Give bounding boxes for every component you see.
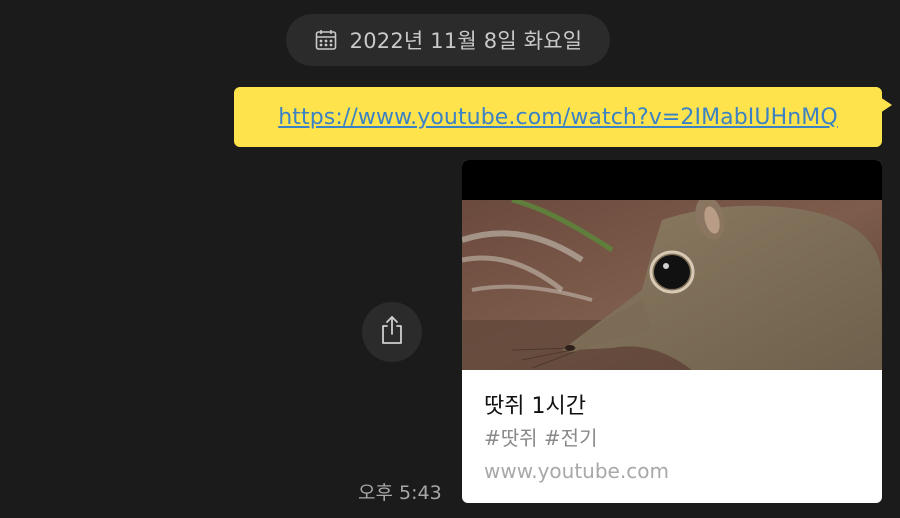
message-link[interactable]: https://www.youtube.com/watch?v=2IMabIUH…: [278, 105, 838, 130]
date-divider: 2022년 11월 8일 화요일: [286, 14, 610, 66]
message-time: 오후 5:43: [358, 482, 442, 504]
share-button[interactable]: [362, 302, 422, 362]
link-preview-card[interactable]: 땃쥐 1시간 #땃쥐 #전기 www.youtube.com: [462, 160, 882, 503]
preview-thumbnail[interactable]: [462, 160, 882, 370]
calendar-icon: [314, 28, 338, 52]
share-icon: [377, 314, 407, 350]
preview-title: 땃쥐 1시간: [484, 394, 586, 419]
bubble-tail: [880, 97, 892, 113]
date-divider-text: 2022년 11월 8일 화요일: [349, 29, 583, 53]
elephant-shrew-image: [462, 200, 882, 370]
preview-domain: www.youtube.com: [484, 459, 669, 483]
preview-tags: #땃쥐 #전기: [484, 426, 598, 450]
message-bubble[interactable]: https://www.youtube.com/watch?v=2IMabIUH…: [234, 87, 892, 147]
